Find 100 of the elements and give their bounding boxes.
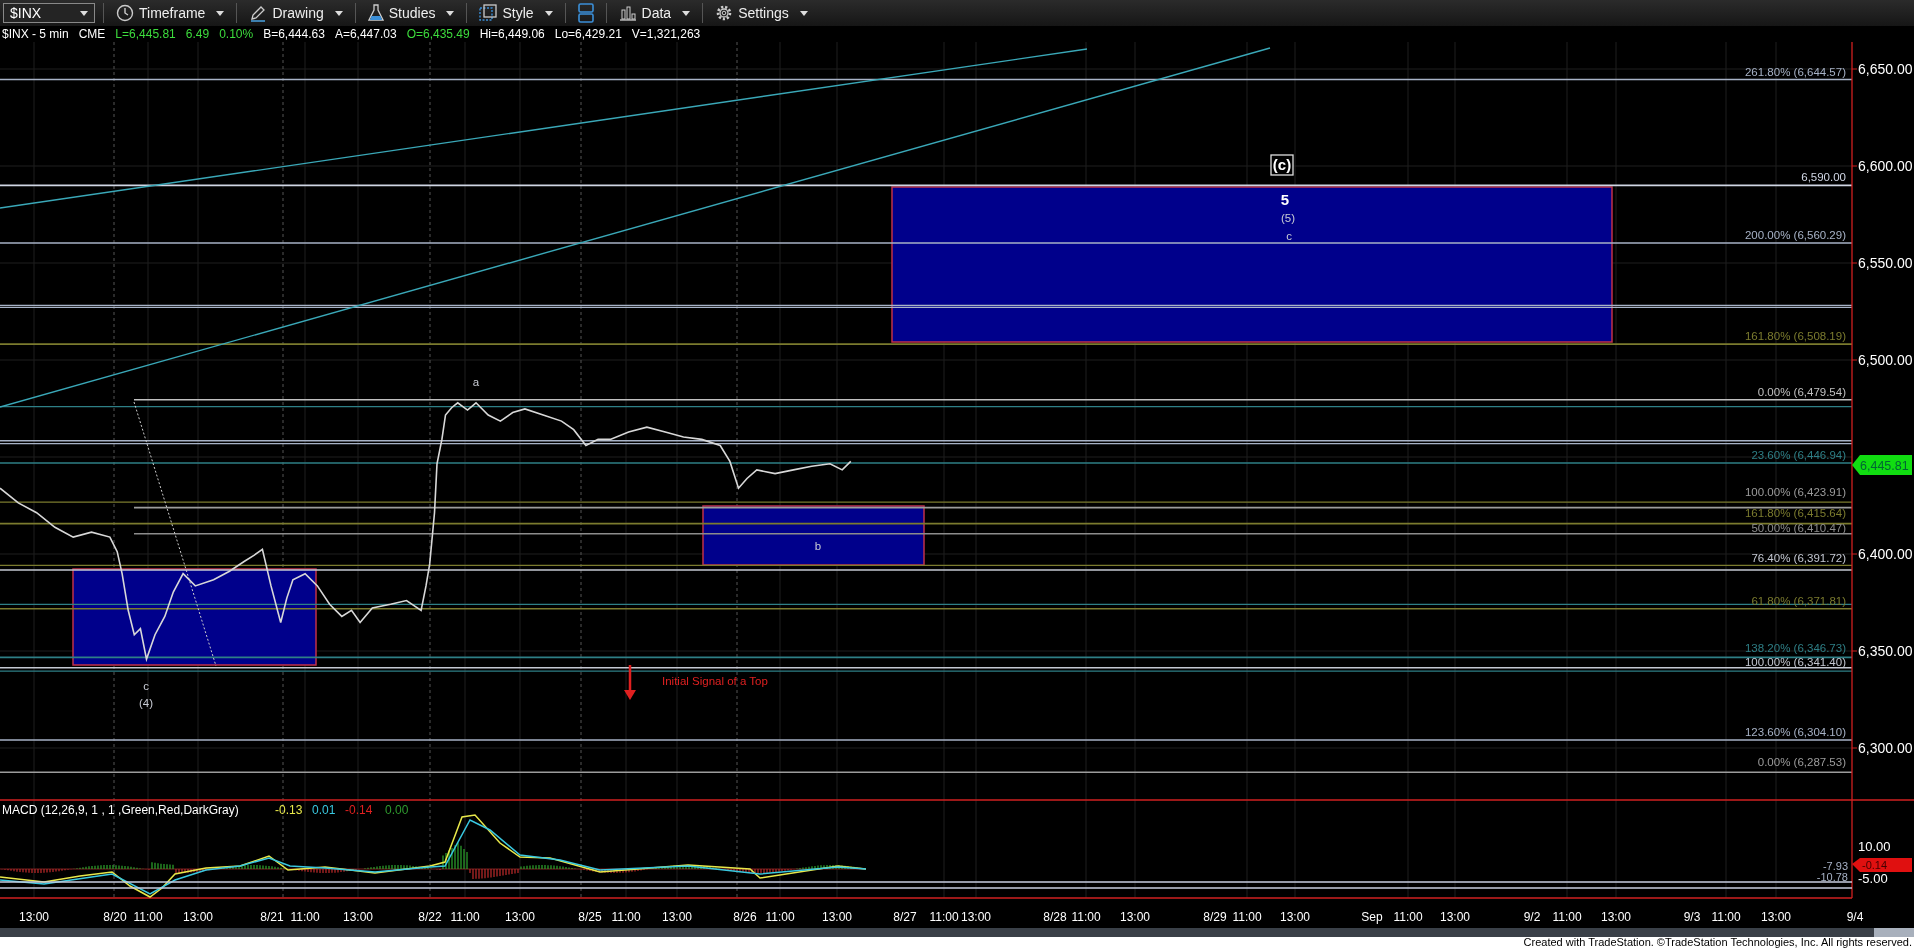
fib-level-label: 23.60% (6,446.94) — [1751, 448, 1846, 461]
pencil-icon — [249, 4, 268, 22]
caret-icon — [334, 10, 343, 16]
fib-level-label: 123.60% (6,304.10) — [1744, 726, 1846, 739]
wave-label: (c) — [1270, 154, 1294, 176]
fib-level-label: 161.80% (6,508.19) — [1744, 330, 1846, 343]
time-axis-label: 11:00 — [450, 910, 480, 924]
caret-icon — [799, 10, 808, 16]
signal-note: Initial Signal of a Top — [662, 675, 768, 687]
time-axis-label: 13:00 — [1120, 910, 1150, 924]
caret-icon — [682, 10, 691, 16]
caret-icon — [446, 10, 455, 16]
time-axis-label: 11:00 — [133, 910, 163, 924]
time-axis-label: 11:00 — [765, 910, 795, 924]
time-axis-label: 13:00 — [822, 910, 852, 924]
down-arrow-icon — [624, 665, 636, 700]
time-axis-label: 8/27 — [893, 910, 917, 924]
wave-label: a — [472, 376, 480, 388]
time-axis-label: 11:00 — [1071, 910, 1101, 924]
toolbar-button[interactable]: Timeframe — [112, 2, 229, 24]
quote-field: Hi=6,449.06 — [479, 27, 545, 41]
indicator-value: 0.01 — [312, 803, 336, 817]
fib-level-label: 200.00% (6,560.29) — [1744, 229, 1846, 242]
stacked-panels-icon — [577, 3, 594, 23]
price-axis-label: 6,550.00 — [1858, 255, 1913, 271]
quote-field: B=6,444.63 — [263, 27, 325, 41]
clock-icon — [116, 4, 134, 22]
last-price-tag: 6,445.81 — [1852, 455, 1912, 475]
caret-icon — [544, 10, 553, 16]
time-axis-label: 8/21 — [260, 910, 284, 924]
time-axis-label: 8/26 — [733, 910, 757, 924]
fib-level-label: 6,590.00 — [1801, 171, 1846, 184]
time-axis-label: 8/29 — [1203, 910, 1227, 924]
fib-level-label: 76.40% (6,391.72) — [1751, 552, 1846, 565]
time-axis-label: 11:00 — [1232, 910, 1262, 924]
fib-level-label: 161.80% (6,415.64) — [1744, 506, 1846, 519]
time-axis-label: 13:00 — [1440, 910, 1470, 924]
quote-field: 6.49 — [185, 27, 210, 41]
quote-field: CME — [78, 27, 106, 41]
time-axis-label: 13:00 — [961, 910, 991, 924]
quote-field: Lo=6,429.21 — [554, 27, 622, 41]
time-axis-label: 13:00 — [1601, 910, 1631, 924]
time-axis-label: 11:00 — [611, 910, 641, 924]
quote-field: $INX - 5 min — [2, 27, 69, 41]
time-axis-label: 11:00 — [929, 910, 959, 924]
time-axis-label: 8/28 — [1043, 910, 1067, 924]
wave-label: (4) — [138, 697, 154, 709]
wave-label: (5) — [1280, 212, 1296, 224]
time-axis-label: 11:00 — [1393, 910, 1423, 924]
time-axis-label: 8/25 — [578, 910, 602, 924]
time-axis-label: 9/2 — [1523, 910, 1541, 924]
toolbar-button[interactable]: Settings — [711, 2, 812, 24]
time-axis-label: 11:00 — [290, 910, 320, 924]
toolbar-button[interactable]: Style — [475, 2, 557, 24]
line-value-label: -7.93 — [1822, 860, 1848, 872]
horizontal-scrollbar[interactable] — [0, 928, 1914, 937]
time-axis-label: 13:00 — [662, 910, 692, 924]
indicator-value: 0.00 — [385, 803, 409, 817]
wave-label: b — [814, 540, 822, 552]
indicator-value: -0.13 — [275, 803, 303, 817]
last-value-tag: -0.14 — [1852, 858, 1912, 872]
bar-chart-icon — [618, 5, 637, 21]
symbol-dropdown[interactable]: $INX — [3, 3, 95, 23]
settings-icon — [715, 4, 734, 22]
time-axis-label: 8/22 — [418, 910, 442, 924]
fib-level-label: 50.00% (6,410.47) — [1751, 521, 1846, 534]
time-axis-label: 11:00 — [1711, 910, 1741, 924]
price-axis-label: 6,300.00 — [1858, 740, 1913, 756]
fib-level-label: 100.00% (6,423.91) — [1744, 485, 1846, 498]
quote-field: V=1,321,263 — [631, 27, 701, 41]
time-axis-label: Sep — [1361, 910, 1383, 924]
toolbar-button[interactable]: Studies — [363, 2, 459, 24]
caret-icon — [80, 10, 88, 16]
quote-field: A=6,447.03 — [334, 27, 397, 41]
price-axis-label: 6,500.00 — [1858, 352, 1913, 368]
fib-level-label: 100.00% (6,341.40) — [1744, 655, 1846, 668]
price-axis-label: 6,650.00 — [1858, 61, 1913, 77]
toolbar-button[interactable]: Data — [614, 2, 695, 24]
time-axis-label: 8/20 — [103, 910, 127, 924]
price-axis-label: 6,350.00 — [1858, 643, 1913, 659]
caret-icon — [216, 10, 225, 16]
fib-level-label: 138.20% (6,346.73) — [1744, 642, 1846, 655]
scrollbar-thumb[interactable] — [1874, 928, 1914, 937]
indicator-title: MACD (12,26,9, 1 , 1 ,Green,Red,DarkGray) — [2, 803, 239, 817]
toolbar-button[interactable]: Drawing — [245, 2, 347, 24]
time-axis-label: 9/4 — [1846, 910, 1864, 924]
time-axis-label: 13:00 — [1280, 910, 1310, 924]
quote-field: O=6,435.49 — [406, 27, 470, 41]
fib-level-label: 0.00% (6,479.54) — [1757, 385, 1846, 398]
wave-label: c — [1286, 230, 1292, 242]
dashed-square-icon — [479, 4, 498, 22]
time-axis-label: 13:00 — [183, 910, 213, 924]
line-value-label: -10.78 — [1816, 871, 1848, 883]
time-axis-label: 13:00 — [1761, 910, 1791, 924]
quote-field: L=6,445.81 — [115, 27, 176, 41]
time-axis-label: 13:00 — [19, 910, 49, 924]
fib-level-label: 61.80% (6,371.81) — [1751, 594, 1846, 607]
wave-label: c — [143, 680, 149, 692]
time-axis-label: 9/3 — [1683, 910, 1701, 924]
wave-label: 5 — [1280, 191, 1290, 208]
